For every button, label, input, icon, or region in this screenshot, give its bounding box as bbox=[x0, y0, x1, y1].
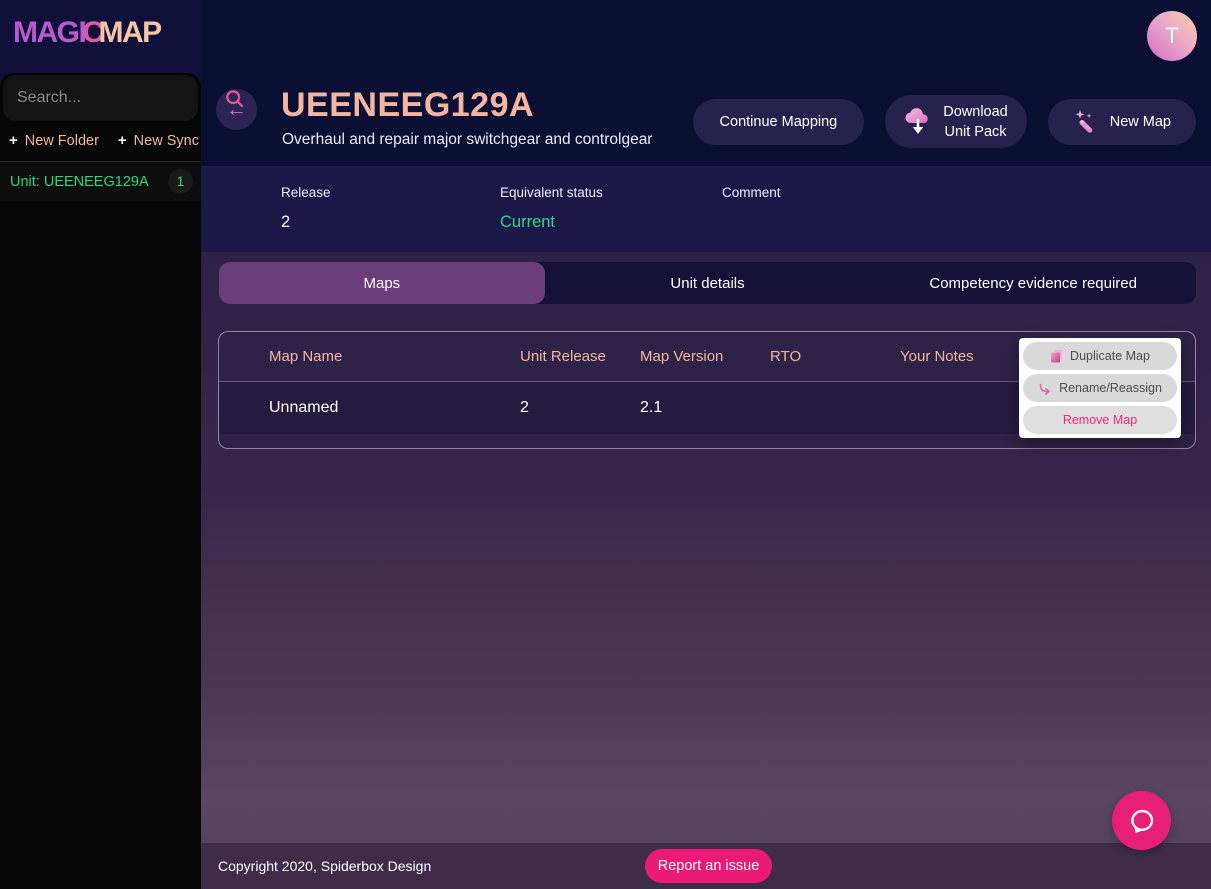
column-header-map-name: Map Name bbox=[269, 348, 343, 365]
download-label: Download Unit Pack bbox=[943, 102, 1008, 142]
tab-maps-label: Maps bbox=[363, 274, 401, 292]
tab-maps[interactable]: Maps bbox=[219, 262, 545, 304]
cell-map-version: 2.1 bbox=[640, 399, 663, 416]
plus-icon: + bbox=[117, 132, 127, 149]
footer: Copyright 2020, Spiderbox Design Report … bbox=[201, 843, 1211, 889]
header-buttons: Continue Mapping Download Unit Pack New … bbox=[692, 95, 1196, 148]
column-header-unit-release: Unit Release bbox=[520, 348, 606, 365]
copyright-text: Copyright 2020, Spiderbox Design bbox=[218, 858, 432, 874]
map-context-menu: Duplicate Map Rename/Reassign Remove Map bbox=[1019, 338, 1181, 438]
field-equivalent-status-value: Current bbox=[500, 213, 556, 231]
app-logo[interactable]: MAGICMAP bbox=[13, 16, 163, 50]
tab-competency-evidence-label: Competency evidence required bbox=[929, 274, 1137, 292]
field-release-label: Release bbox=[281, 185, 331, 200]
tab-bar: Maps Unit details Competency evidence re… bbox=[219, 262, 1196, 304]
search-box[interactable] bbox=[3, 75, 244, 121]
cell-map-name: Unnamed bbox=[269, 399, 339, 416]
rename-reassign-button[interactable]: Rename/Reassign bbox=[1023, 374, 1177, 402]
chat-bubble-icon bbox=[1126, 805, 1158, 837]
report-issue-label: Report an issue bbox=[657, 858, 760, 874]
field-comment-label: Comment bbox=[722, 185, 781, 200]
search-icon[interactable] bbox=[224, 88, 245, 109]
field-equivalent-status: Equivalent status Current bbox=[500, 185, 603, 232]
new-map-button[interactable]: New Map bbox=[1047, 98, 1196, 145]
new-sync-label: New Sync bbox=[133, 133, 199, 149]
page-subtitle: Overhaul and repair major switchgear and… bbox=[282, 131, 653, 148]
rename-reassign-label: Rename/Reassign bbox=[1059, 381, 1162, 395]
download-unit-pack-button[interactable]: Download Unit Pack bbox=[885, 95, 1027, 148]
sidebar-item-unit[interactable]: Unit: UEENEEG129A 1 bbox=[0, 161, 201, 201]
remove-map-label: Remove Map bbox=[1062, 413, 1138, 427]
sidebar-actions: + New Folder + New Sync bbox=[0, 121, 201, 161]
search-input[interactable] bbox=[17, 89, 224, 107]
unit-count-badge: 1 bbox=[168, 169, 193, 194]
avatar[interactable]: T bbox=[1147, 11, 1197, 61]
duplicate-map-button[interactable]: Duplicate Map bbox=[1023, 342, 1177, 370]
field-release: Release 2 bbox=[281, 185, 331, 232]
logo-part-map: MAP bbox=[98, 16, 163, 49]
magic-wand-icon bbox=[1073, 109, 1099, 135]
sidebar: MAGICMAP + New Folder + New Sync Unit: UEE… bbox=[0, 0, 244, 889]
chat-support-button[interactable] bbox=[1112, 791, 1171, 850]
column-header-map-version: Map Version bbox=[640, 348, 724, 365]
field-equivalent-status-label: Equivalent status bbox=[500, 185, 603, 200]
download-label-line1: Download bbox=[943, 103, 1008, 120]
duplicate-map-label: Duplicate Map bbox=[1070, 349, 1150, 363]
new-folder-button[interactable]: + New Folder bbox=[9, 132, 99, 149]
duplicate-icon bbox=[1050, 349, 1063, 363]
plus-icon: + bbox=[9, 132, 18, 149]
report-issue-button[interactable]: Report an issue bbox=[645, 849, 772, 883]
new-sync-button[interactable]: + New Sync bbox=[118, 132, 199, 149]
new-folder-label: New Folder bbox=[24, 133, 99, 149]
field-comment: Comment bbox=[722, 185, 781, 213]
tab-unit-details[interactable]: Unit details bbox=[545, 262, 871, 304]
content-area: Maps Unit details Competency evidence re… bbox=[201, 252, 1211, 850]
unit-item-label: Unit: UEENEEG129A bbox=[10, 173, 149, 190]
download-label-line2: Unit Pack bbox=[944, 123, 1007, 140]
field-release-value: 2 bbox=[281, 213, 291, 231]
sidebar-panel: + New Folder + New Sync Unit: UEENEEG129A … bbox=[0, 73, 244, 889]
cell-unit-release: 2 bbox=[520, 399, 529, 416]
continue-mapping-label: Continue Mapping bbox=[719, 113, 838, 130]
logo-part-magic: MAGI bbox=[13, 16, 87, 49]
page-title: UEENEEG129A bbox=[281, 86, 535, 124]
unit-details-strip bbox=[201, 166, 1211, 252]
new-map-label: New Map bbox=[1109, 113, 1171, 130]
rename-icon bbox=[1038, 382, 1052, 395]
tab-competency-evidence[interactable]: Competency evidence required bbox=[870, 262, 1196, 304]
tab-unit-details-label: Unit details bbox=[670, 274, 745, 292]
page-header: T ← UEENEEG129A Overhaul and repair majo… bbox=[201, 0, 1211, 252]
avatar-initial: T bbox=[1165, 23, 1179, 48]
remove-map-button[interactable]: Remove Map bbox=[1023, 406, 1177, 434]
continue-mapping-button[interactable]: Continue Mapping bbox=[692, 98, 865, 145]
main-area: T ← UEENEEG129A Overhaul and repair majo… bbox=[201, 0, 1211, 889]
column-header-rto: RTO bbox=[770, 348, 802, 365]
cloud-download-icon bbox=[904, 107, 932, 137]
